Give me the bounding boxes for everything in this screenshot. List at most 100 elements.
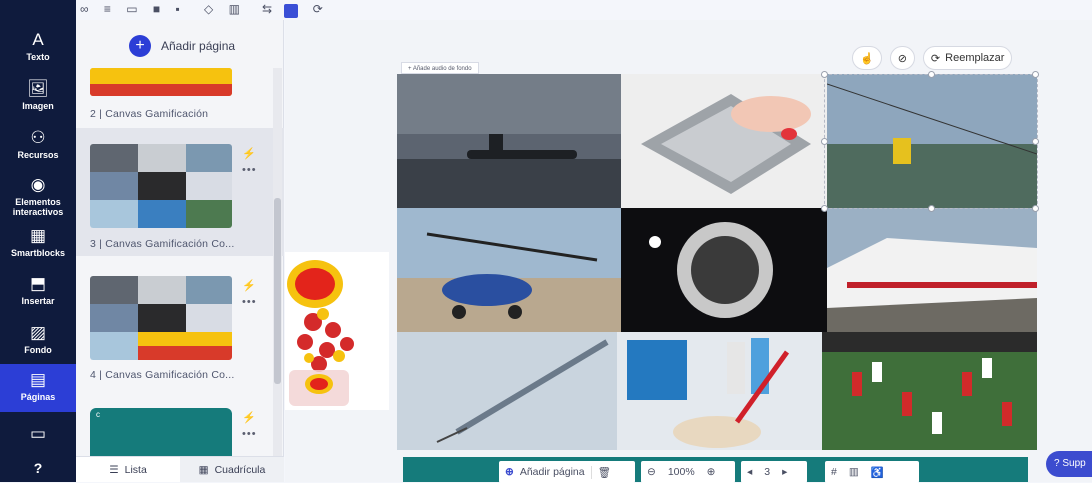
rail-label: Fondo <box>24 345 52 355</box>
interactive-icon: ◉ <box>30 175 46 194</box>
page-thumb-mark: c <box>96 410 100 419</box>
pages-icon: ▤ <box>29 370 47 389</box>
list-icon: ☰ <box>109 463 119 476</box>
image-toolbar: ☝ ⊘ ⟳ Reemplazar <box>852 46 1013 70</box>
zoom-group: ⊖ 100% ⊕ <box>641 461 735 483</box>
tab-list-label: Lista <box>124 463 147 476</box>
image-astronaut[interactable] <box>621 208 827 332</box>
toolbar-icons[interactable]: ∞ ≡ ▭ ■ ▪ <box>80 2 186 16</box>
tab-list[interactable]: ☰ Lista <box>76 457 180 482</box>
rail-label: Recursos <box>17 150 59 160</box>
image-train[interactable] <box>827 208 1037 332</box>
interact-button[interactable]: ⊘ <box>889 46 915 70</box>
magic-icon[interactable]: ⚡ <box>242 279 256 292</box>
grid-icon: ▦ <box>198 463 209 476</box>
bottom-toolbar: ⊕ Añadir página 🗑 ⊖ 100% ⊕ ◂ 3 ▸ # ▥ ♿ <box>403 457 1028 483</box>
zoom-value: 100% <box>667 466 695 478</box>
add-page-label: Añadir página <box>161 39 236 53</box>
lock-button[interactable]: ☝ <box>852 46 882 70</box>
panel-scrollbar[interactable] <box>273 68 282 464</box>
ticket-icon: ▭ <box>29 424 47 443</box>
text-icon: A <box>32 30 44 49</box>
image-cleaning[interactable] <box>617 332 822 450</box>
rail-label: Elementos interactivos <box>12 197 64 217</box>
zoom-out-icon[interactable]: ⊖ <box>641 466 662 478</box>
hand-lock-icon: ☝ <box>860 52 874 65</box>
view-tabs: ☰ Lista ▦ Cuadrícula <box>76 456 284 482</box>
trash-icon[interactable]: 🗑 <box>590 465 617 479</box>
page-thumb-2[interactable] <box>90 68 232 96</box>
image-calculator[interactable] <box>621 74 827 208</box>
image-syringe[interactable] <box>397 332 617 450</box>
add-page-button[interactable]: + Añadir página <box>129 34 235 58</box>
page-nav-group: ◂ 3 ▸ <box>741 461 807 483</box>
scroll-thumb[interactable] <box>274 198 281 384</box>
toolbar-icons-2[interactable]: ◇ ▥ <box>204 2 246 16</box>
rail-item-recursos[interactable]: ⚇ Recursos <box>0 128 76 168</box>
add-circle-icon: ⊕ <box>505 466 514 478</box>
next-page-icon[interactable]: ▸ <box>776 466 793 478</box>
replace-label: Reemplazar <box>945 52 1005 64</box>
pages-panel: + Añadir página 2 | Canvas Gamificación … <box>76 20 284 482</box>
resources-icon: ⚇ <box>30 128 46 147</box>
view-tools-group: # ▥ ♿ <box>825 461 919 483</box>
page-label-4: 4 | Canvas Gamificación Co... <box>90 369 235 381</box>
add-audio-chip[interactable]: + Añade audio de fondo <box>401 62 479 74</box>
replace-button[interactable]: ⟳ Reemplazar <box>922 46 1013 70</box>
rail-item-imagen[interactable]: 🖼 Imagen <box>0 79 76 119</box>
accessibility-icon[interactable]: ♿ <box>865 466 890 479</box>
zoom-in-icon[interactable]: ⊕ <box>701 466 722 478</box>
bottom-add-page-group: ⊕ Añadir página 🗑 <box>499 461 635 483</box>
top-toolbar: ∞ ≡ ▭ ■ ▪ ◇ ▥ ⇆ ⟲ ⟳ <box>76 0 1092 20</box>
rail-label: Imagen <box>22 101 54 111</box>
more-options-icon[interactable]: ••• <box>242 296 257 308</box>
magic-icon[interactable]: ⚡ <box>242 411 256 424</box>
rail-item-help[interactable]: ? <box>0 458 76 480</box>
more-options-icon[interactable]: ••• <box>242 164 257 176</box>
help-icon: ? <box>33 460 43 476</box>
plus-icon: + <box>129 35 151 57</box>
help-circle-icon: ? <box>1054 458 1060 469</box>
rail-label: Páginas <box>20 392 56 402</box>
rail-item-insertar[interactable]: ⬒ Insertar <box>0 274 76 314</box>
page-number: 3 <box>764 466 771 478</box>
smartblocks-icon: ▦ <box>29 226 47 245</box>
page-thumb-3[interactable] <box>90 144 232 228</box>
page-thumb-4[interactable] <box>90 276 232 360</box>
insert-icon: ⬒ <box>29 274 47 293</box>
side-image-chupa-chups[interactable] <box>285 252 389 410</box>
magic-icon[interactable]: ⚡ <box>242 147 256 160</box>
image-foosball[interactable] <box>822 332 1037 450</box>
tab-grid[interactable]: ▦ Cuadrícula <box>180 457 284 482</box>
prev-page-icon[interactable]: ◂ <box>741 466 758 478</box>
rail-label: Insertar <box>21 296 55 306</box>
touch-off-icon: ⊘ <box>897 52 907 65</box>
tab-grid-label: Cuadrícula <box>214 463 266 476</box>
rail-item-elementos[interactable]: ◉ Elementos interactivos <box>0 175 76 221</box>
rail-label: Texto <box>26 52 50 62</box>
page-label-2: 2 | Canvas Gamificación <box>90 108 209 120</box>
audio-chip-label: Añade audio de fondo <box>412 66 472 72</box>
grid-hash-icon[interactable]: # <box>825 466 843 478</box>
image-gyrocopter[interactable] <box>397 208 621 332</box>
refresh-icon: ⟳ <box>930 52 941 65</box>
left-rail: A Texto 🖼 Imagen ⚇ Recursos ◉ Elementos … <box>0 0 76 482</box>
more-options-icon[interactable]: ••• <box>242 428 257 440</box>
page-label-3: 3 | Canvas Gamificación Co... <box>90 238 235 250</box>
bottom-add-page-button[interactable]: Añadir página <box>514 466 591 478</box>
background-icon: ▨ <box>29 323 47 342</box>
columns-icon[interactable]: ▥ <box>843 466 865 478</box>
page-thumb-5[interactable]: c <box>90 408 232 456</box>
image-cable-car[interactable] <box>827 74 1037 208</box>
image-icon: 🖼 <box>27 79 49 98</box>
image-submarine[interactable] <box>397 74 621 208</box>
rail-item-smartblocks[interactable]: ▦ Smartblocks <box>0 226 76 266</box>
pin-icon[interactable] <box>284 4 298 18</box>
rail-item-more[interactable]: ▭ <box>0 424 76 446</box>
rail-label: Smartblocks <box>10 248 66 258</box>
rail-item-texto[interactable]: A Texto <box>0 30 76 70</box>
rail-item-fondo[interactable]: ▨ Fondo <box>0 323 76 363</box>
rail-item-paginas[interactable]: ▤ Páginas <box>0 364 76 412</box>
support-button[interactable]: ? Supp <box>1046 451 1092 477</box>
page-canvas[interactable] <box>397 74 1037 450</box>
